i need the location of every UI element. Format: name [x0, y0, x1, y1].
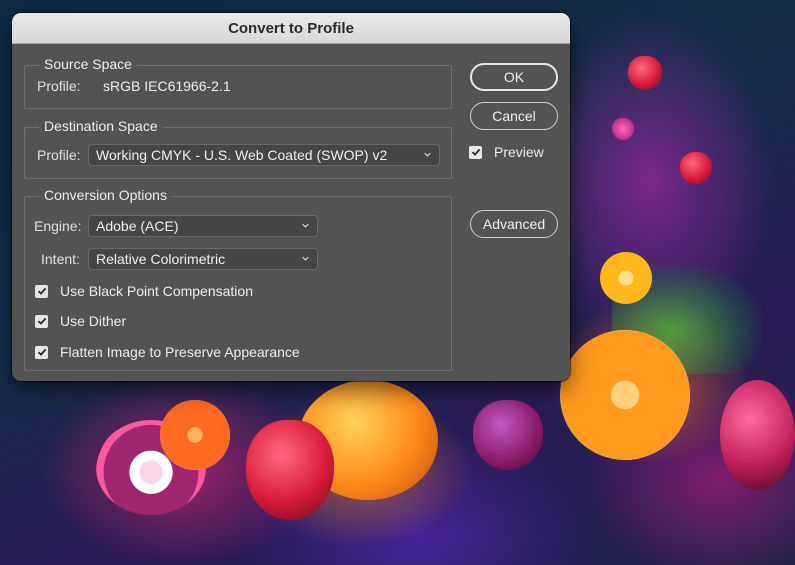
dialog-titlebar[interactable]: Convert to Profile: [12, 13, 570, 44]
chevron-down-icon: [302, 256, 309, 261]
chevron-down-icon: [302, 223, 309, 228]
preview-checkbox[interactable]: Preview: [469, 144, 544, 160]
conversion-options-legend: Conversion Options: [39, 187, 172, 203]
source-profile-label: Profile:: [37, 78, 81, 94]
conversion-options-group: Conversion Options Engine: Adobe (ACE) I…: [24, 187, 452, 371]
use-dither-label: Use Dither: [60, 313, 127, 329]
source-space-group: Source Space Profile: sRGB IEC61966-2.1: [24, 56, 452, 109]
strawberry-artwork: [246, 420, 334, 520]
intent-label: Intent:: [41, 251, 80, 267]
strawberry-small-artwork: [680, 152, 712, 184]
ok-button-label: OK: [503, 69, 525, 85]
checkmark-icon: [37, 317, 46, 325]
engine-select[interactable]: Adobe (ACE): [88, 215, 318, 237]
engine-label: Engine:: [34, 218, 82, 234]
checkmark-icon: [37, 348, 46, 356]
destination-profile-select[interactable]: Working CMYK - U.S. Web Coated (SWOP) v2: [88, 144, 440, 166]
checkbox-box[interactable]: [469, 145, 482, 159]
use-dither-checkbox[interactable]: Use Dither: [35, 313, 126, 329]
cancel-button-label: Cancel: [492, 108, 536, 124]
intent-select[interactable]: Relative Colorimetric: [88, 248, 318, 270]
source-profile-value: sRGB IEC61966-2.1: [103, 78, 231, 94]
checkbox-box[interactable]: [35, 345, 48, 359]
berry-artwork: [473, 400, 543, 470]
dialog-title: Convert to Profile: [228, 19, 354, 37]
advanced-button[interactable]: Advanced: [470, 210, 558, 238]
cancel-button[interactable]: Cancel: [470, 102, 558, 130]
berry-small-artwork: [612, 118, 634, 140]
source-space-legend: Source Space: [39, 56, 137, 72]
strawberry-small-artwork: [628, 56, 662, 90]
destination-space-legend: Destination Space: [39, 118, 163, 134]
flatten-image-checkbox[interactable]: Flatten Image to Preserve Appearance: [35, 344, 300, 360]
checkmark-icon: [471, 148, 480, 156]
ok-button[interactable]: OK: [470, 63, 558, 91]
advanced-button-label: Advanced: [482, 216, 546, 232]
black-point-compensation-checkbox[interactable]: Use Black Point Compensation: [35, 283, 253, 299]
orange-half-artwork: [160, 400, 230, 470]
destination-profile-selected: Working CMYK - U.S. Web Coated (SWOP) v2: [96, 147, 388, 163]
intent-selected: Relative Colorimetric: [96, 251, 226, 267]
black-point-compensation-label: Use Black Point Compensation: [60, 283, 253, 299]
flatten-image-label: Flatten Image to Preserve Appearance: [60, 344, 300, 360]
checkbox-box[interactable]: [35, 314, 48, 328]
engine-selected: Adobe (ACE): [96, 218, 179, 234]
chevron-down-icon: [424, 152, 431, 157]
checkbox-box[interactable]: [35, 284, 48, 298]
orange-slice-artwork: [560, 330, 690, 460]
lemon-slice-artwork: [600, 252, 652, 304]
berry-right-artwork: [720, 380, 795, 490]
destination-space-group: Destination Space Profile: Working CMYK …: [24, 118, 452, 179]
destination-profile-label: Profile:: [37, 147, 81, 163]
convert-to-profile-dialog: Convert to Profile Source Space Profile:…: [12, 13, 570, 381]
preview-label: Preview: [494, 144, 544, 160]
checkmark-icon: [37, 287, 46, 295]
